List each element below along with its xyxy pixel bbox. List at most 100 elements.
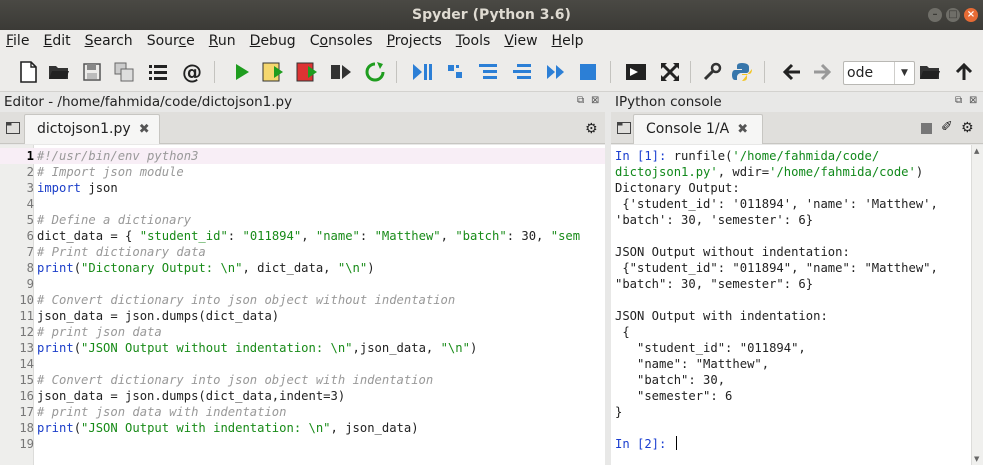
- undock-icon[interactable]: ⧉: [577, 95, 584, 106]
- step-into-icon[interactable]: [476, 60, 500, 84]
- minimize-window-button[interactable]: –: [928, 8, 942, 22]
- scroll-up-icon[interactable]: ▲: [974, 147, 979, 155]
- back-icon[interactable]: [780, 60, 804, 84]
- run-cell-advance-icon[interactable]: [296, 60, 320, 84]
- code-line[interactable]: 19: [0, 436, 605, 452]
- scroll-down-icon[interactable]: ▼: [974, 455, 979, 463]
- menu-item[interactable]: Debug: [250, 33, 296, 49]
- gear-icon[interactable]: ⚙: [585, 121, 598, 137]
- code-token: json_data = json.dumps(dict_data): [37, 309, 280, 323]
- line-number: 3: [26, 181, 34, 195]
- code-editor[interactable]: 1 #!/usr/bin/env python3 2 # Import json mo…: [0, 145, 605, 465]
- maximize-pane-icon[interactable]: [624, 60, 648, 84]
- code-line[interactable]: 8 print("Dictonary Output: \n", dict_data…: [0, 260, 605, 276]
- run-selection-icon[interactable]: [330, 60, 354, 84]
- interrupt-kernel-icon[interactable]: [921, 123, 932, 134]
- rerun-icon[interactable]: [363, 60, 387, 84]
- menu-item[interactable]: File: [6, 33, 29, 49]
- code-line[interactable]: 5 # Define a dictionary: [0, 212, 605, 228]
- save-icon[interactable]: [80, 60, 104, 84]
- code-token: print: [37, 261, 74, 275]
- code-line[interactable]: 4: [0, 196, 605, 212]
- chevron-down-icon[interactable]: ▼: [894, 62, 914, 84]
- menu-item[interactable]: Tools: [456, 33, 491, 49]
- code-line[interactable]: 12 # print json data: [0, 324, 605, 340]
- fullscreen-icon[interactable]: [658, 60, 682, 84]
- console-token: }: [615, 405, 623, 419]
- code-token: "Matthew": [374, 229, 441, 243]
- menu-item[interactable]: Search: [85, 33, 133, 49]
- gear-icon[interactable]: ⚙: [961, 120, 974, 136]
- menu-item[interactable]: Consoles: [310, 33, 373, 49]
- open-file-icon[interactable]: [47, 60, 71, 84]
- code-line[interactable]: 13 print("JSON Output without indentation…: [0, 340, 605, 356]
- code-text: # Define a dictionary: [37, 212, 191, 228]
- python-path-icon[interactable]: [730, 60, 754, 84]
- forward-icon[interactable]: [810, 60, 834, 84]
- code-token: :: [227, 229, 243, 243]
- console-token: 'batch': 30, 'semester': 6}: [615, 213, 814, 227]
- code-text: # Print dictionary data: [37, 244, 206, 260]
- close-tab-icon[interactable]: ✖: [139, 122, 150, 137]
- browse-tabs-icon[interactable]: [617, 122, 631, 138]
- code-line[interactable]: 17 # print json data with indentation: [0, 404, 605, 420]
- code-text: #!/usr/bin/env python3: [37, 148, 198, 164]
- code-line[interactable]: 3 import json: [0, 180, 605, 196]
- code-line[interactable]: 2 # Import json module: [0, 164, 605, 180]
- ipython-console[interactable]: In [1]: runfile('/home/fahmida/code/dict…: [611, 145, 971, 465]
- list-icon[interactable]: [146, 60, 170, 84]
- menu-item[interactable]: Run: [209, 33, 236, 49]
- continue-icon[interactable]: [544, 60, 568, 84]
- code-token: ,: [440, 229, 456, 243]
- tab-dictojson1[interactable]: dictojson1.py ✖: [24, 114, 160, 144]
- code-line[interactable]: 9: [0, 276, 605, 292]
- code-line[interactable]: 6 dict_data = { "student_id": "011894", "…: [0, 228, 605, 244]
- code-token: , dict_data,: [242, 261, 338, 275]
- editor-path: Editor - /home/fahmida/code/dictojson1.p…: [4, 94, 293, 110]
- close-pane-icon[interactable]: ⊠: [969, 95, 977, 106]
- menu-item[interactable]: Help: [552, 33, 584, 49]
- parent-dir-icon[interactable]: [952, 60, 976, 84]
- code-text: print("Dictonary Output: \n", dict_data,…: [37, 260, 375, 276]
- run-icon[interactable]: [230, 60, 254, 84]
- new-file-icon[interactable]: [16, 60, 40, 84]
- tab-console-1a[interactable]: Console 1/A ✖: [633, 114, 763, 144]
- code-line[interactable]: 14: [0, 356, 605, 372]
- code-token: , json_data): [330, 421, 419, 435]
- code-line[interactable]: 11 json_data = json.dumps(dict_data): [0, 308, 605, 324]
- preferences-icon[interactable]: [700, 60, 724, 84]
- close-tab-icon[interactable]: ✖: [737, 122, 748, 137]
- code-line[interactable]: 10 # Convert dictionary into json object …: [0, 292, 605, 308]
- maximize-window-button[interactable]: □: [946, 8, 960, 22]
- menu-item-text: o: [319, 33, 329, 49]
- save-all-icon[interactable]: [112, 60, 136, 84]
- menu-item[interactable]: Edit: [43, 33, 70, 49]
- close-window-button[interactable]: ×: [964, 8, 978, 22]
- code-line[interactable]: 15 # Convert dictionary into json object …: [0, 372, 605, 388]
- console-scrollbar[interactable]: ▲ ▼: [971, 145, 983, 465]
- code-token: # print json data with indentation: [37, 405, 287, 419]
- at-icon[interactable]: @: [180, 60, 204, 84]
- menu-item[interactable]: View: [504, 33, 537, 49]
- console-line: }: [615, 404, 622, 420]
- browse-tabs-icon[interactable]: [6, 122, 20, 138]
- step-icon[interactable]: [444, 60, 468, 84]
- console-token: {: [615, 325, 630, 339]
- menu-item[interactable]: Projects: [387, 33, 442, 49]
- debug-icon[interactable]: [410, 60, 434, 84]
- run-cell-icon[interactable]: [262, 60, 286, 84]
- menu-item[interactable]: Source: [147, 33, 195, 49]
- step-return-icon[interactable]: [510, 60, 534, 84]
- code-token: ): [469, 341, 478, 355]
- undock-icon[interactable]: ⧉: [955, 95, 962, 106]
- code-line[interactable]: 18 print("JSON Output with indentation: \…: [0, 420, 605, 436]
- code-line[interactable]: 1 #!/usr/bin/env python3: [0, 148, 605, 164]
- console-token: JSON Output without indentation:: [615, 245, 850, 259]
- close-pane-icon[interactable]: ⊠: [591, 95, 599, 106]
- browse-folder-icon[interactable]: [918, 60, 942, 84]
- code-line[interactable]: 7 # Print dictionary data: [0, 244, 605, 260]
- clear-console-icon[interactable]: ✐: [941, 119, 953, 135]
- code-line[interactable]: 16 json_data = json.dumps(dict_data,inden…: [0, 388, 605, 404]
- stop-icon[interactable]: [576, 60, 600, 84]
- working-directory-combobox[interactable]: ode ▼: [843, 61, 915, 85]
